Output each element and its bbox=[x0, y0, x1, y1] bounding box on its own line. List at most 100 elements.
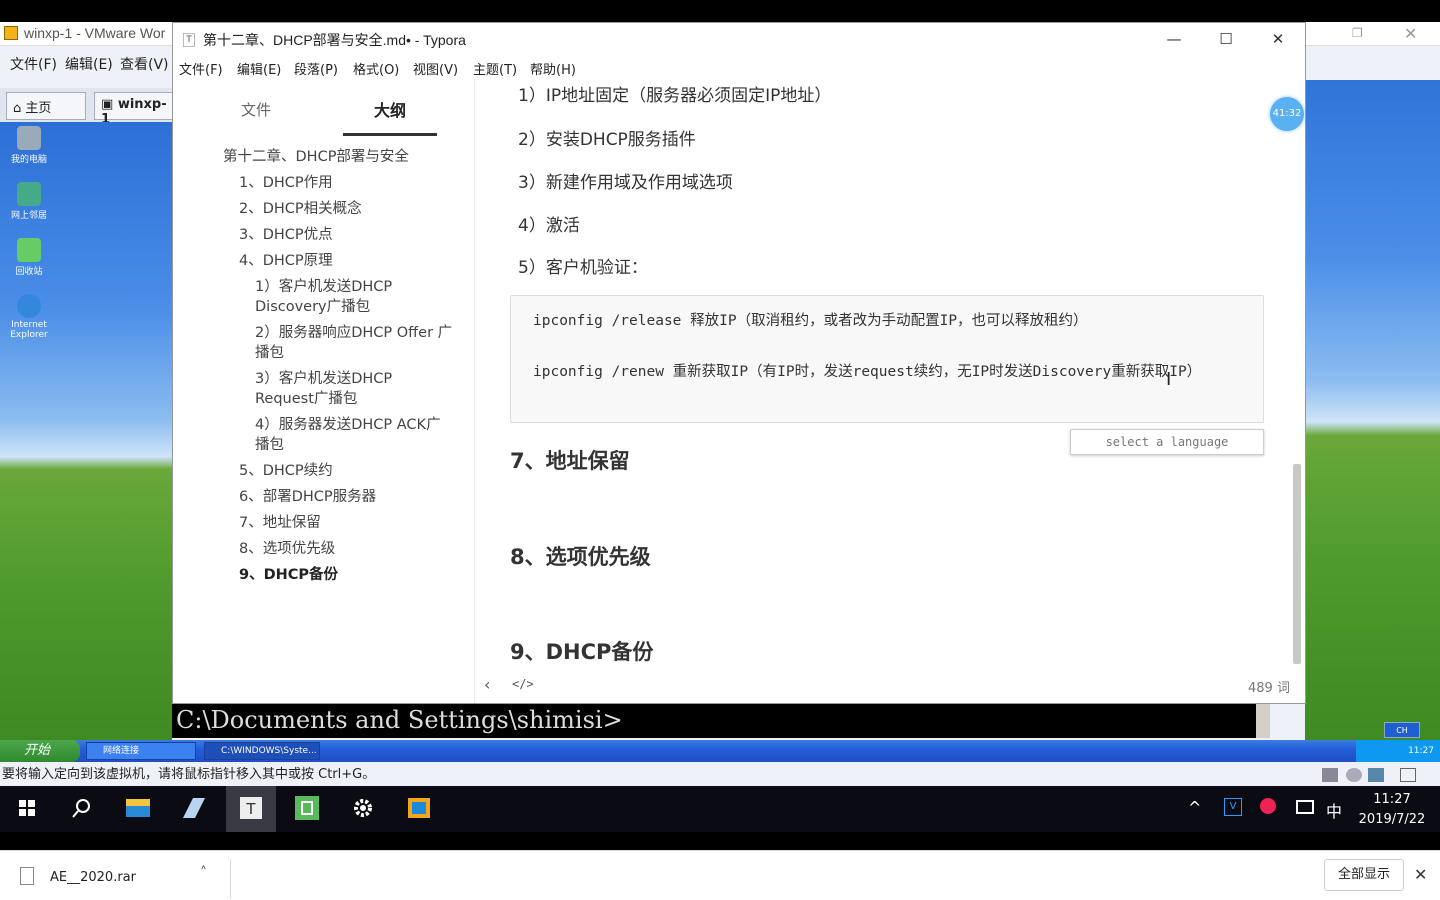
home-icon: ⌂ bbox=[13, 101, 22, 116]
network-tray-icon[interactable] bbox=[1296, 800, 1314, 814]
xp-desktop-left: 我的电脑 网上邻居 回收站 Internet Explorer bbox=[0, 122, 172, 742]
xp-language-bar[interactable]: CH bbox=[1384, 722, 1420, 738]
green-app-icon[interactable] bbox=[282, 786, 332, 832]
menu-format[interactable]: 格式(O) bbox=[353, 59, 399, 78]
vmware-status: 要将输入定向到该虚拟机，请将鼠标指针移入其中或按 Ctrl+G。 bbox=[0, 764, 1440, 786]
tab-files[interactable]: 文件 bbox=[241, 99, 271, 120]
cd-icon[interactable] bbox=[1346, 768, 1362, 782]
outline-item[interactable]: 1）客户机发送DHCP Discovery广播包 bbox=[255, 277, 455, 317]
list-item: 2）安装DHCP服务插件 bbox=[518, 130, 696, 150]
desktop-icon-label: 回收站 bbox=[15, 267, 43, 277]
cmd-scrollbar[interactable] bbox=[1256, 704, 1270, 738]
xp-start-button[interactable]: 开始 bbox=[0, 740, 80, 762]
menu-help[interactable]: 帮助(H) bbox=[530, 59, 576, 78]
clock-time: 11:27 bbox=[1373, 792, 1411, 807]
close-icon[interactable]: ✕ bbox=[1404, 24, 1417, 43]
xp-tray-clock: 11:27 bbox=[1356, 740, 1440, 762]
vm-hint: 要将输入定向到该虚拟机，请将鼠标指针移入其中或按 Ctrl+G。 bbox=[2, 767, 376, 782]
screen-top-bar bbox=[0, 0, 1440, 22]
word-count[interactable]: 489 词 bbox=[1248, 677, 1290, 696]
desktop-icon-recycle-bin[interactable]: 回收站 bbox=[4, 238, 54, 277]
tab-home[interactable]: ⌂ 主页 bbox=[6, 92, 86, 120]
system-clock[interactable]: 11:27 2019/7/22 bbox=[1354, 790, 1430, 830]
vm-menu-edit[interactable]: 编辑(E) bbox=[65, 54, 113, 74]
chevron-up-icon[interactable]: ˄ bbox=[200, 865, 207, 881]
vs-tray-icon[interactable]: V bbox=[1224, 798, 1242, 816]
heading: 8、选项优先级 bbox=[510, 545, 651, 569]
network-adapter-icon[interactable] bbox=[1368, 768, 1384, 782]
maximize-button[interactable]: ☐ bbox=[1203, 27, 1249, 51]
outline-item[interactable]: 3、DHCP优点 bbox=[239, 225, 333, 245]
editor[interactable]: 1）IP地址固定（服务器必须固定IP地址） 2）安装DHCP服务插件 3）新建作… bbox=[476, 79, 1305, 703]
ime-indicator[interactable]: 中 bbox=[1326, 798, 1342, 822]
sidebar: 文件 大纲 第十二章、DHCP部署与安全 1、DHCP作用 2、DHCP相关概念… bbox=[173, 79, 475, 703]
notepad-app-icon[interactable] bbox=[169, 786, 219, 832]
vm-menu-file[interactable]: 文件(F) bbox=[10, 54, 57, 74]
toggle-sidebar-icon[interactable]: ‹ bbox=[484, 675, 490, 694]
outline-item[interactable]: 6、部署DHCP服务器 bbox=[239, 487, 376, 507]
recycle-bin-icon bbox=[17, 238, 41, 262]
typora-menubar: 文件(F) 编辑(E) 段落(P) 格式(O) 视图(V) 主题(T) 帮助(H… bbox=[173, 55, 1305, 79]
vmware-taskbar-icon[interactable] bbox=[394, 786, 444, 832]
restore-icon[interactable]: ❐ bbox=[1352, 26, 1366, 40]
vmware-title: winxp-1 - VMware Wor bbox=[24, 25, 166, 41]
divider bbox=[230, 859, 231, 899]
list-item: 1）IP地址固定（服务器必须固定IP地址） bbox=[518, 86, 832, 106]
file-explorer-icon[interactable] bbox=[113, 786, 163, 832]
close-icon[interactable]: ✕ bbox=[1414, 865, 1427, 884]
download-filename[interactable]: AE__2020.rar bbox=[50, 870, 136, 885]
cmd-window[interactable]: C:\Documents and Settings\shimisi> bbox=[172, 704, 1270, 738]
menu-view[interactable]: 视图(V) bbox=[413, 59, 458, 78]
outline-item[interactable]: 8、选项优先级 bbox=[239, 539, 335, 559]
tab-winxp[interactable]: ▣ winxp-1 bbox=[94, 92, 174, 127]
desktop-icon-network[interactable]: 网上邻居 bbox=[4, 182, 54, 221]
close-button[interactable]: ✕ bbox=[1255, 27, 1301, 51]
heading: 7、地址保留 bbox=[510, 449, 630, 473]
typora-taskbar-icon[interactable]: T bbox=[226, 786, 276, 832]
windows-taskbar: T ^ V 中 bbox=[0, 786, 1440, 832]
outline-item[interactable]: 第十二章、DHCP部署与安全 bbox=[223, 147, 409, 167]
windows-start-icon[interactable] bbox=[2, 786, 52, 832]
settings-gear-icon[interactable] bbox=[338, 786, 388, 832]
outline-item[interactable]: 3）客户机发送DHCP Request广播包 bbox=[255, 369, 435, 409]
code-line: ipconfig /release 释放IP（取消租约，或者改为手动配置IP，也… bbox=[533, 313, 1088, 329]
outline-item[interactable]: 4）服务器发送DHCP ACK广播包 bbox=[255, 415, 455, 455]
menu-theme[interactable]: 主题(T) bbox=[473, 59, 517, 78]
hdd-icon[interactable] bbox=[1322, 768, 1338, 782]
outline-item[interactable]: 5、DHCP续约 bbox=[239, 461, 333, 481]
minimize-button[interactable]: — bbox=[1151, 27, 1197, 51]
list-item: 5）客户机验证： bbox=[518, 258, 648, 278]
xp-desktop-right bbox=[1305, 46, 1440, 742]
outline-item[interactable]: 2、DHCP相关概念 bbox=[239, 199, 362, 219]
outline-item-active[interactable]: 9、DHCP备份 bbox=[239, 565, 338, 585]
vmware-icon bbox=[4, 26, 18, 40]
search-icon[interactable] bbox=[56, 786, 106, 832]
tab-outline[interactable]: 大纲 bbox=[343, 97, 437, 136]
outline-item[interactable]: 1、DHCP作用 bbox=[239, 173, 333, 193]
vm-menu-view[interactable]: 查看(V) bbox=[120, 54, 169, 74]
xp-task-network[interactable]: 网络连接 bbox=[86, 742, 196, 760]
menu-paragraph[interactable]: 段落(P) bbox=[294, 59, 338, 78]
status-bar: ‹ </> 489 词 bbox=[476, 673, 1305, 703]
menu-file[interactable]: 文件(F) bbox=[179, 59, 223, 78]
outline-item[interactable]: 7、地址保留 bbox=[239, 513, 321, 533]
typora-titlebar: T 第十二章、DHCP部署与安全.md• - Typora — ☐ ✕ bbox=[173, 23, 1305, 55]
typora-icon: T bbox=[183, 33, 195, 47]
list-item: 4）激活 bbox=[518, 216, 580, 236]
flower-tray-icon[interactable] bbox=[1260, 798, 1276, 814]
editor-scrollbar[interactable] bbox=[1293, 464, 1301, 664]
language-select[interactable]: select a language bbox=[1070, 429, 1264, 455]
outline-item[interactable]: 4、DHCP原理 bbox=[239, 251, 333, 271]
chevron-up-icon[interactable]: ^ bbox=[1188, 798, 1201, 817]
code-block[interactable]: ipconfig /release 释放IP（取消租约，或者改为手动配置IP，也… bbox=[510, 295, 1264, 423]
source-code-icon[interactable]: </> bbox=[512, 677, 534, 691]
list-item: 3）新建作用域及作用域选项 bbox=[518, 173, 733, 193]
desktop-icon-ie[interactable]: Internet Explorer bbox=[4, 294, 54, 340]
desktop-icon-my-computer[interactable]: 我的电脑 bbox=[4, 126, 54, 165]
file-icon bbox=[20, 867, 34, 885]
message-icon[interactable] bbox=[1400, 768, 1416, 782]
show-all-button[interactable]: 全部显示 bbox=[1324, 859, 1404, 891]
menu-edit[interactable]: 编辑(E) bbox=[237, 59, 281, 78]
outline-item[interactable]: 2）服务器响应DHCP Offer 广播包 bbox=[255, 323, 455, 363]
xp-task-cmd[interactable]: C:\WINDOWS\Syste... bbox=[204, 742, 320, 760]
